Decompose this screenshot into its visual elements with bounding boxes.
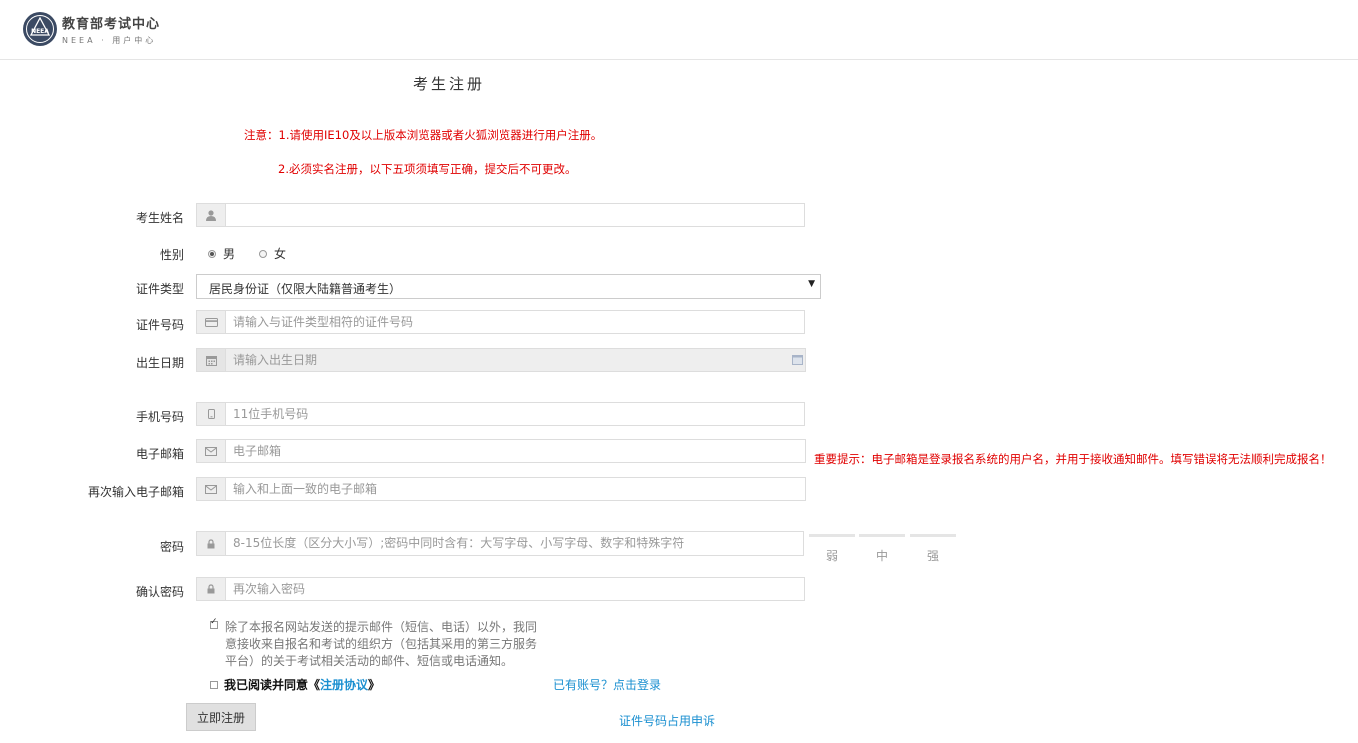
register-submit-button[interactable]: 立即注册 bbox=[186, 703, 256, 731]
email-label: 电子邮箱 bbox=[135, 447, 184, 461]
consent-checkbox[interactable] bbox=[210, 617, 218, 629]
email-important-tip: 重要提示：电子邮箱是登录报名系统的用户名，并用于接收通知邮件。填写错误将无法顺利… bbox=[814, 452, 1332, 466]
lock-icon bbox=[197, 532, 226, 555]
email-confirm-field-wrap bbox=[196, 477, 806, 501]
agreement-link[interactable]: 注册协议 bbox=[320, 678, 368, 692]
mobile-field-wrap bbox=[196, 402, 805, 426]
birth-date-input[interactable] bbox=[233, 351, 773, 369]
notice-browser: 注意：1.请使用IE10及以上版本浏览器或者火狐浏览器进行用户注册。 bbox=[244, 128, 603, 142]
gender-radio-group: 男 女 bbox=[208, 245, 310, 262]
agreement-suffix: 》 bbox=[368, 678, 381, 692]
gender-female-label: 女 bbox=[274, 247, 287, 261]
strength-label-weak: 弱 bbox=[825, 549, 838, 563]
password-input[interactable] bbox=[233, 534, 795, 552]
strength-bar-medium bbox=[859, 534, 905, 537]
strength-label-strong: 强 bbox=[926, 549, 939, 563]
id-number-input[interactable] bbox=[233, 313, 796, 331]
email-field-wrap bbox=[196, 439, 806, 463]
date-picker-icon[interactable] bbox=[792, 355, 803, 365]
id-number-label: 证件号码 bbox=[135, 318, 184, 332]
mobile-icon bbox=[197, 403, 226, 425]
id-card-icon bbox=[197, 311, 226, 333]
consent-text: 除了本报名网站发送的提示邮件（短信、电话）以外，我同意接收来自报名和考试的组织方… bbox=[225, 620, 538, 668]
agreement-checkbox[interactable] bbox=[210, 680, 218, 689]
email-confirm-input[interactable] bbox=[233, 480, 797, 498]
radio-dot-male[interactable] bbox=[208, 249, 216, 258]
user-icon bbox=[197, 204, 226, 226]
strength-medium: 中 bbox=[859, 534, 905, 564]
notice-real-name: 2.必须实名注册，以下五项须填写正确，提交后不可更改。 bbox=[278, 162, 577, 176]
agreement-row: 我已阅读并同意《注册协议》 bbox=[210, 676, 380, 693]
gender-male-radio[interactable]: 男 bbox=[208, 245, 235, 262]
logo-subtitle: NEEA · 用户中心 bbox=[62, 36, 157, 45]
email-confirm-label: 再次输入电子邮箱 bbox=[87, 485, 184, 499]
name-input[interactable] bbox=[233, 206, 796, 224]
agreement-prefix: 我已阅读并同意《 bbox=[224, 678, 321, 692]
birth-date-label: 出生日期 bbox=[135, 356, 184, 370]
strength-weak: 弱 bbox=[809, 534, 855, 564]
notification-consent: 除了本报名网站发送的提示邮件（短信、电话）以外，我同意接收来自报名和考试的组织方… bbox=[210, 617, 540, 670]
agreement-text: 我已阅读并同意《注册协议》 bbox=[224, 676, 380, 693]
password-label: 密码 bbox=[159, 540, 184, 554]
password-confirm-field-wrap bbox=[196, 577, 805, 601]
id-type-select[interactable]: 居民身份证（仅限大陆籍普通考生） ▼ bbox=[196, 274, 821, 299]
strength-strong: 强 bbox=[910, 534, 956, 564]
envelope-icon bbox=[197, 440, 226, 462]
caret-down-icon: ▼ bbox=[808, 279, 815, 289]
strength-label-medium: 中 bbox=[875, 549, 888, 563]
logo-mark-text: NEEA bbox=[31, 28, 49, 35]
name-label: 考生姓名 bbox=[135, 211, 184, 225]
password-confirm-label: 确认密码 bbox=[135, 585, 184, 599]
mobile-input[interactable] bbox=[233, 405, 796, 423]
strength-bar-weak bbox=[809, 534, 855, 537]
id-number-field-wrap bbox=[196, 310, 805, 334]
page-title: 考生注册 bbox=[413, 75, 486, 93]
lock-icon bbox=[197, 578, 226, 600]
gender-female-radio[interactable]: 女 bbox=[259, 245, 286, 262]
logo-text: 教育部考试中心 NEEA · 用户中心 bbox=[62, 13, 160, 46]
neea-logo-icon[interactable]: NEEA bbox=[22, 11, 58, 47]
strength-bar-strong bbox=[910, 534, 956, 537]
gender-label: 性别 bbox=[159, 248, 184, 262]
site-header: NEEA 教育部考试中心 NEEA · 用户中心 bbox=[0, 0, 1358, 60]
name-field-wrap bbox=[196, 203, 805, 227]
calendar-icon bbox=[197, 349, 226, 371]
id-type-label: 证件类型 bbox=[135, 282, 184, 296]
password-confirm-input[interactable] bbox=[233, 580, 796, 598]
login-link[interactable]: 已有账号？点击登录 bbox=[553, 676, 661, 693]
radio-dot-female[interactable] bbox=[259, 249, 268, 258]
logo-title: 教育部考试中心 bbox=[62, 17, 161, 32]
email-input[interactable] bbox=[233, 442, 797, 460]
birth-date-field-wrap bbox=[196, 348, 806, 372]
mobile-label: 手机号码 bbox=[135, 410, 184, 424]
password-field-wrap bbox=[196, 531, 804, 556]
id-appeal-link[interactable]: 证件号码占用申诉 bbox=[619, 712, 715, 729]
id-type-selected-value: 居民身份证（仅限大陆籍普通考生） bbox=[209, 282, 402, 296]
envelope-icon bbox=[197, 478, 226, 500]
gender-male-label: 男 bbox=[223, 247, 236, 261]
